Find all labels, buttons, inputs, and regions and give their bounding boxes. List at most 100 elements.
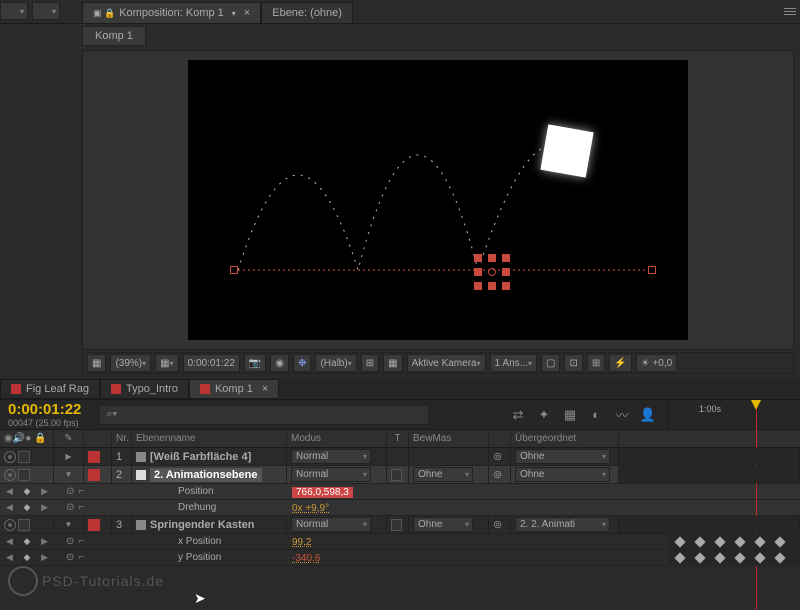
channel-icon[interactable]: ◉ <box>270 354 289 372</box>
keyframe-marker[interactable] <box>674 536 685 547</box>
keyframe-marker[interactable] <box>774 536 785 547</box>
blend-mode-dropdown[interactable]: Normal <box>291 467 371 482</box>
composition-viewport[interactable] <box>82 50 794 350</box>
timeline-tab[interactable]: Typo_Intro <box>100 379 189 399</box>
graph-icon[interactable]: ⌐ <box>78 502 84 513</box>
camera-dropdown[interactable]: Aktive Kamera <box>407 354 486 372</box>
keyframe-marker[interactable] <box>694 552 705 563</box>
track-matte-toggle[interactable] <box>391 469 402 481</box>
keyframe-marker[interactable] <box>734 552 745 563</box>
fast-preview-icon[interactable]: ⚡ <box>609 354 631 372</box>
track-matte-toggle[interactable] <box>391 519 402 531</box>
pickwhip-icon[interactable]: ⊚ <box>493 468 502 481</box>
quality-dropdown[interactable]: (Halb) <box>315 354 356 372</box>
shy-icon[interactable]: 👤 <box>638 405 658 425</box>
visibility-toggle[interactable] <box>4 519 16 531</box>
property-value[interactable]: 0x +9,9° <box>292 503 329 514</box>
graph-icon[interactable]: ⌐ <box>78 552 84 563</box>
breadcrumb[interactable]: Komp 1 <box>82 26 146 46</box>
solo-toggle[interactable] <box>18 469 30 481</box>
graph-editor-icon[interactable]: 〰 <box>612 405 632 425</box>
prev-keyframe-icon[interactable]: ◀ <box>6 536 13 547</box>
grid-icon[interactable]: ⊞ <box>361 354 379 372</box>
keyframe-marker[interactable] <box>754 552 765 563</box>
hand-tool-icon[interactable]: ▦ <box>87 354 106 372</box>
close-icon[interactable]: × <box>244 7 250 19</box>
parent-dropdown[interactable]: Ohne <box>515 449 610 464</box>
panel-menu-icon[interactable] <box>782 3 798 19</box>
layer-name[interactable]: Springender Kasten <box>150 519 255 531</box>
next-keyframe-icon[interactable]: ▶ <box>41 536 48 547</box>
views-dropdown[interactable]: 1 Ans... <box>490 354 537 372</box>
view-option-icon[interactable]: ▢ <box>541 354 560 372</box>
timecode-display[interactable]: 0:00:01:22 <box>183 354 240 372</box>
keyframe-toggle[interactable]: ◆ <box>24 502 31 513</box>
pickwhip-icon[interactable]: ⊚ <box>493 518 502 531</box>
solo-toggle[interactable] <box>18 451 30 463</box>
solo-toggle[interactable] <box>18 519 30 531</box>
property-value[interactable]: 766,0,598,3 <box>292 487 353 498</box>
keyframe-marker[interactable] <box>754 536 765 547</box>
stopwatch-icon[interactable]: ⊙ <box>66 536 74 547</box>
comp-flowchart-icon[interactable]: ⇄ <box>508 405 528 425</box>
path-handle[interactable] <box>230 266 238 274</box>
prev-keyframe-icon[interactable]: ◀ <box>6 486 13 497</box>
color-icon[interactable]: ❉ <box>293 354 311 372</box>
track-matte-dropdown[interactable]: Ohne <box>413 467 473 482</box>
blend-mode-dropdown[interactable]: Normal <box>291 449 371 464</box>
property-value[interactable]: 99,2 <box>292 537 311 548</box>
property-row-rotation[interactable]: ◀◆▶ ⊙⌐ Drehung 0x +9,9° <box>0 500 800 516</box>
parent-dropdown[interactable]: Ohne <box>515 467 610 482</box>
current-timecode[interactable]: 0:00:01:22 <box>8 401 81 418</box>
layer-name[interactable]: [Weiß Farbfläche 4] <box>150 451 251 463</box>
dropdown-small[interactable] <box>32 2 60 20</box>
graph-icon[interactable]: ⌐ <box>78 536 84 547</box>
composition-tab[interactable]: ▣ 🔒 Komposition: Komp 1 × <box>82 2 261 24</box>
layer-row[interactable]: ▶ 1 [Weiß Farbfläche 4] Normal ⊚ Ohne <box>0 448 800 466</box>
draft3d-icon[interactable]: ✦ <box>534 405 554 425</box>
dropdown-small[interactable] <box>0 2 28 20</box>
label-color[interactable] <box>88 469 100 481</box>
source-icon[interactable]: ✎ <box>54 430 84 447</box>
track-matte-dropdown[interactable]: Ohne <box>413 517 473 532</box>
keyframe-marker[interactable] <box>714 552 725 563</box>
snapshot-icon[interactable]: 📷 <box>244 354 266 372</box>
expand-arrow[interactable]: ▶ <box>65 452 71 461</box>
collapse-arrow[interactable]: ▼ <box>65 520 73 529</box>
layer-tab[interactable]: Ebene: (ohne) <box>261 2 353 24</box>
property-row-position[interactable]: ◀◆▶ ⊙⌐ Position 766,0,598,3 <box>0 484 800 500</box>
pickwhip-icon[interactable]: ⊚ <box>493 450 502 463</box>
keyframe-marker[interactable] <box>734 536 745 547</box>
keyframe-toggle[interactable]: ◆ <box>24 486 31 497</box>
collapse-arrow[interactable]: ▼ <box>65 470 73 479</box>
label-color[interactable] <box>88 451 100 463</box>
canvas[interactable] <box>188 60 688 340</box>
keyframe-marker[interactable] <box>774 552 785 563</box>
next-keyframe-icon[interactable]: ▶ <box>41 486 48 497</box>
keyframe-marker[interactable] <box>714 536 725 547</box>
close-icon[interactable]: × <box>262 383 268 395</box>
keyframe-marker[interactable] <box>674 552 685 563</box>
visibility-toggle[interactable] <box>4 469 16 481</box>
visibility-toggle[interactable] <box>4 451 16 463</box>
layer-row-selected[interactable]: ▼ 2 2. Animationsebene Normal Ohne ⊚ Ohn… <box>0 466 800 484</box>
stopwatch-icon[interactable]: ⊙ <box>66 552 74 563</box>
keyframe-toggle[interactable]: ◆ <box>24 536 31 547</box>
keyframe-toggle[interactable]: ◆ <box>24 552 31 563</box>
next-keyframe-icon[interactable]: ▶ <box>41 552 48 563</box>
layer-row[interactable]: ▼ 3 Springender Kasten Normal Ohne ⊚ 2. … <box>0 516 800 534</box>
prev-keyframe-icon[interactable]: ◀ <box>6 552 13 563</box>
mask-icon[interactable]: ▦ <box>383 354 402 372</box>
label-color[interactable] <box>88 519 100 531</box>
stopwatch-icon[interactable]: ⊙ <box>66 486 74 497</box>
timeline-tab-active[interactable]: Komp 1× <box>189 379 279 399</box>
prev-keyframe-icon[interactable]: ◀ <box>6 502 13 513</box>
selection-handles[interactable] <box>474 254 510 290</box>
timeline-search[interactable]: ⌕▾ <box>99 405 429 425</box>
exposure-icon[interactable]: ☀ +0,0 <box>636 354 677 372</box>
current-time-indicator[interactable] <box>751 400 761 600</box>
parent-dropdown[interactable]: 2. 2. Animati <box>515 517 610 532</box>
motion-blur-icon[interactable]: ◐ <box>586 405 606 425</box>
keyframe-marker[interactable] <box>694 536 705 547</box>
view-option-icon[interactable]: ⊡ <box>564 354 582 372</box>
